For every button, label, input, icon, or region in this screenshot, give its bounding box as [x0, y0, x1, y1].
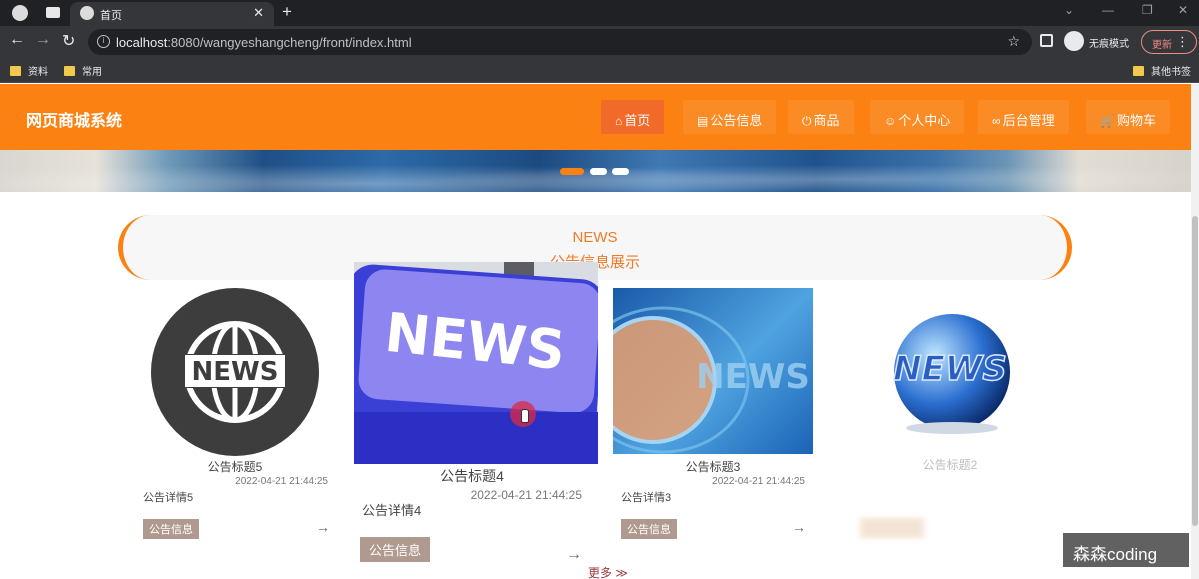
news-card-image[interactable]: NEWS	[354, 262, 598, 464]
link-icon: ∞	[992, 114, 1001, 128]
news-card-detail: 公告详情3	[621, 492, 672, 504]
watermark-overlay: 森森coding	[1063, 533, 1189, 567]
news-card-title[interactable]: 公告标题3	[613, 458, 813, 475]
user-icon: ☺	[884, 114, 897, 128]
home-icon: ⌂	[615, 114, 623, 128]
nav-products[interactable]: ⏻ 商品	[788, 100, 854, 134]
nav-notice[interactable]: ▤ 公告信息	[683, 100, 777, 134]
news-card-time: 2022-04-21 21:44:25	[470, 488, 582, 502]
page-scrollbar[interactable]	[1191, 84, 1199, 579]
svg-text:NEWS: NEWS	[696, 357, 810, 397]
side-panel-icon[interactable]	[1040, 34, 1053, 47]
new-tab-icon[interactable]: +	[282, 2, 292, 22]
site-info-icon[interactable]: i	[97, 35, 110, 48]
bookmark-folder[interactable]: 资料	[10, 63, 48, 78]
carousel-dot[interactable]	[560, 168, 584, 175]
news-card-time: 2022-04-21 21:44:25	[235, 476, 328, 487]
bookmarks-bar: 资料 常用 其他书签	[0, 58, 1199, 83]
tab-search-icon[interactable]: ⌄	[1064, 3, 1074, 17]
minimize-icon[interactable]: —	[1102, 3, 1114, 17]
news-card-title[interactable]: 公告标题4	[392, 466, 552, 486]
nav-cart[interactable]: 🛒 购物车	[1086, 100, 1170, 134]
nav-user-center[interactable]: ☺ 个人中心	[870, 100, 965, 134]
forward-icon[interactable]: →	[35, 31, 51, 49]
close-window-icon[interactable]: ✕	[1178, 3, 1188, 17]
news-card-detail: 公告详情4	[362, 503, 422, 518]
news-card-detail: 公告详情5	[143, 492, 194, 504]
update-button[interactable]: 更新 ⋮	[1141, 30, 1197, 54]
news-card-image[interactable]: NEWS	[880, 300, 1020, 440]
browser-toolbar: ← → ↻ i localhost:8080/wangyeshangcheng/…	[0, 26, 1199, 58]
scrollbar-thumb[interactable]	[1192, 216, 1198, 526]
bookmark-star-icon[interactable]: ☆	[1007, 33, 1020, 50]
nav-admin[interactable]: ∞ 后台管理	[978, 100, 1069, 134]
tab-title: 首页	[100, 10, 122, 22]
news-card-title[interactable]: 公告标题5	[151, 458, 319, 475]
arrow-right-icon[interactable]: →	[792, 519, 806, 535]
news-card-badge[interactable]: 公告信息	[360, 537, 431, 562]
menu-dots-icon[interactable]: ⋮	[1176, 34, 1189, 50]
bookmark-folder[interactable]: 常用	[64, 63, 102, 78]
url-text: localhost:8080/wangyeshangcheng/front/in…	[116, 35, 412, 50]
notice-icon: ▤	[697, 114, 709, 128]
news-card-badge[interactable]: 公告信息	[143, 519, 199, 539]
news-card-badge[interactable]: 公告信息	[621, 519, 677, 539]
folder-icon	[64, 66, 75, 76]
cart-icon: 🛒	[1100, 114, 1115, 128]
update-label: 更新	[1152, 40, 1172, 51]
svg-text:NEWS: NEWS	[893, 349, 1007, 389]
more-link[interactable]: 更多 ≫	[588, 564, 628, 579]
incognito-label: 无痕模式	[1089, 39, 1129, 50]
news-card-title[interactable]: 公告标题2	[880, 456, 1020, 473]
svg-text:NEWS: NEWS	[192, 357, 279, 387]
tab-close-icon[interactable]: ✕	[253, 5, 264, 21]
reload-icon[interactable]: ↻	[62, 31, 75, 51]
globe-news-icon: NEWS	[181, 321, 289, 423]
incognito-icon[interactable]	[1064, 31, 1084, 51]
folder-icon	[1133, 66, 1144, 76]
news-heading-en: NEWS	[572, 229, 618, 246]
news-card-time: 2022-04-21 21:44:25	[712, 476, 805, 487]
news-card-image[interactable]: NEWS	[151, 288, 319, 456]
browser-tab-bar: 首页 ✕ + ⌄ — ❐ ✕	[0, 0, 1199, 26]
power-icon: ⏻	[802, 114, 812, 128]
news-card-image[interactable]: NEWS	[613, 288, 813, 454]
globe-news-icon: NEWS	[892, 314, 1010, 434]
mouse-cursor	[510, 401, 536, 427]
folder-icon	[10, 66, 21, 76]
site-header: 网页商城系统 ⌂ 首页 ▤ 公告信息 ⏻ 商品 ☺ 个人中心 ∞ 后台管理 🛒 购物车	[0, 84, 1199, 150]
back-icon[interactable]: ←	[9, 31, 25, 49]
carousel-dot[interactable]	[590, 168, 607, 175]
globe-news-icon: NEWS	[613, 306, 810, 454]
news-card-badge[interactable]	[860, 518, 924, 538]
browser-tab[interactable]: 首页 ✕	[70, 2, 274, 26]
carousel-dot[interactable]	[612, 168, 629, 175]
tab-window-icon[interactable]	[46, 7, 60, 18]
address-bar[interactable]: i localhost:8080/wangyeshangcheng/front/…	[88, 29, 1032, 55]
tab-favicon-icon	[80, 6, 94, 20]
browser-globe-icon[interactable]	[12, 5, 28, 21]
nav-home[interactable]: ⌂ 首页	[601, 100, 665, 134]
site-title: 网页商城系统	[26, 113, 123, 130]
arrow-right-icon[interactable]: →	[316, 519, 330, 535]
other-bookmarks[interactable]: 其他书签	[1133, 63, 1191, 78]
arrow-right-icon[interactable]: →	[566, 546, 582, 564]
keyboard-news-icon: NEWS	[354, 262, 598, 464]
restore-icon[interactable]: ❐	[1142, 3, 1153, 17]
